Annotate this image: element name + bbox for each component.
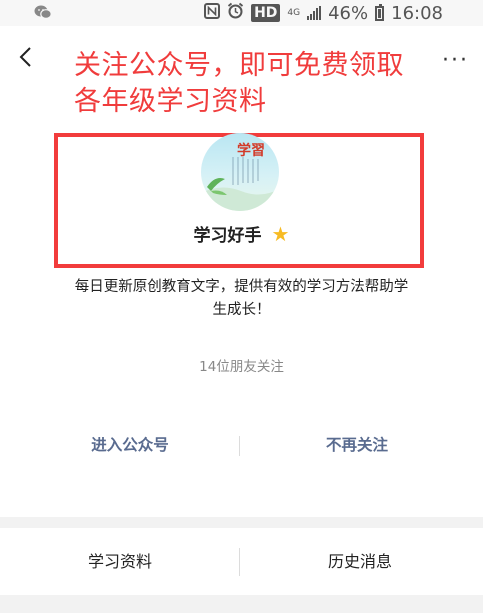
network-label: 4G [287,8,301,18]
promo-banner: 关注公众号，即可免费领取 各年级学习资料 [74,48,434,120]
promo-line-1: 关注公众号，即可免费领取 [74,50,404,81]
promo-line-2: 各年级学习资料 [74,86,267,117]
account-name-row: 学习好手 ★ [0,221,483,246]
account-card: ··· 关注公众号，即可免费领取 各年级学习资料 学習 学习好手 ★ 每日更新原创… [0,26,483,517]
alarm-icon [227,2,244,24]
menu-item-study-materials[interactable]: 学习资料 [0,528,240,595]
bottom-menu: 学习资料 历史消息 [0,528,483,595]
more-options-button[interactable]: ··· [442,50,469,72]
signal-icon [307,6,322,20]
enter-account-button[interactable]: 进入公众号 [30,428,230,462]
nfc-icon [204,2,221,24]
back-button[interactable] [12,42,40,72]
unfollow-button[interactable]: 不再关注 [257,428,457,462]
star-icon: ★ [271,222,290,246]
action-divider [239,436,240,456]
follower-count[interactable]: 14位朋友关注 [0,355,483,375]
avatar-logo-text: 学習 [237,142,265,159]
account-name: 学习好手 [193,226,262,246]
chevron-left-icon [19,47,31,67]
account-description: 每日更新原创教育文字，提供有效的学习方法帮助学生成长！ [74,279,409,318]
battery-percent: 46% [328,2,369,24]
hd-badge: HD [251,4,281,22]
status-bar: HD 4G 46% 16:08 [0,0,483,26]
menu-item-history[interactable]: 历史消息 [240,528,480,595]
clock: 16:08 [391,2,443,24]
action-row: 进入公众号 不再关注 [0,428,483,462]
account-avatar: 学習 [201,133,279,211]
wechat-icon [34,4,52,24]
battery-icon [375,3,385,21]
